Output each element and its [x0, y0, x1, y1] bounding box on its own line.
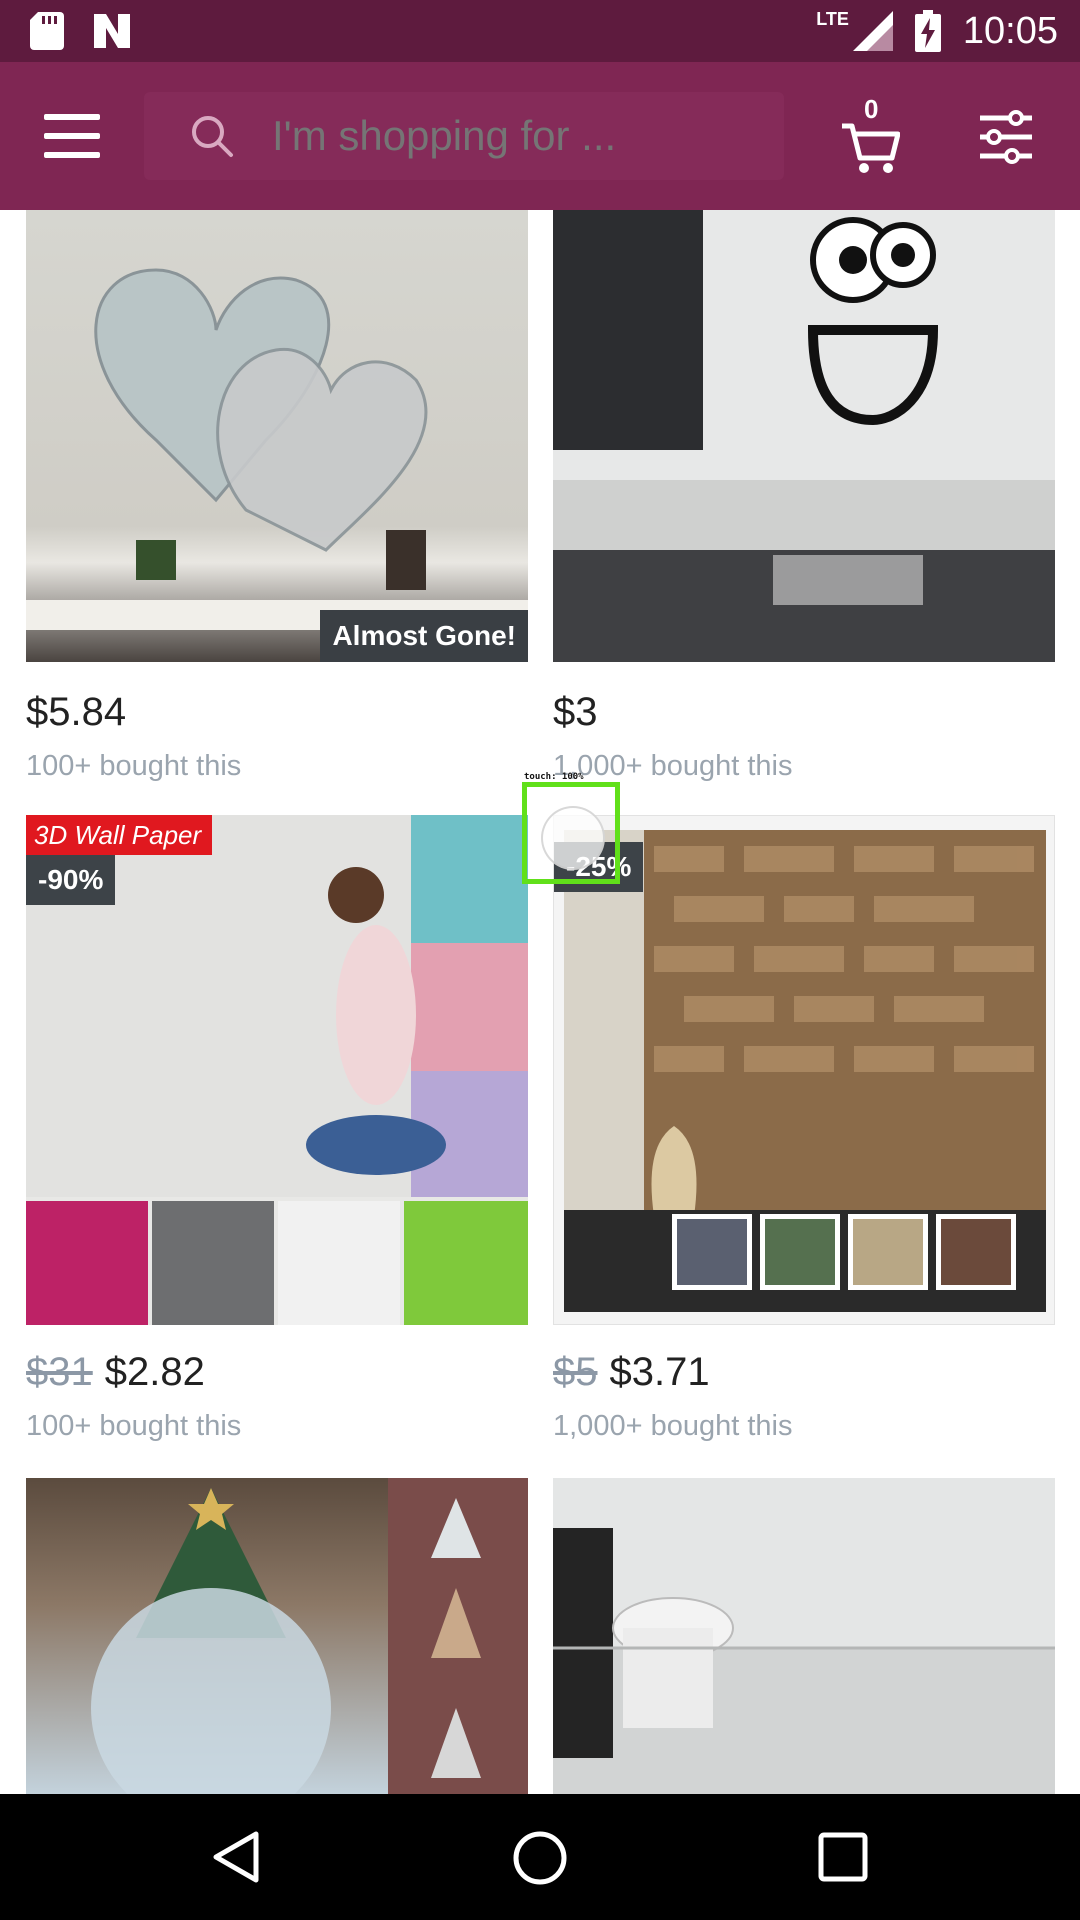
original-price: $5: [553, 1350, 598, 1394]
product-card[interactable]: [26, 1478, 528, 1794]
signal-icon: [852, 11, 893, 51]
original-price: $31: [26, 1350, 93, 1394]
battery-charging-icon: [914, 10, 941, 52]
product-price: $2.82: [104, 1350, 205, 1394]
product-image-heart-mirror: Almost Gone!: [26, 210, 528, 662]
product-bought-count: 100+ bought this: [26, 750, 242, 782]
product-price: $3: [553, 690, 598, 734]
filter-button[interactable]: [978, 110, 1034, 164]
recents-button[interactable]: [818, 1832, 868, 1887]
status-bar: LTE 10:05: [0, 0, 1080, 62]
product-image-floor-tile: [553, 1478, 1055, 1794]
menu-button[interactable]: [44, 114, 100, 158]
search-icon: [192, 116, 233, 157]
filter-icon: [980, 110, 1032, 164]
back-button[interactable]: [212, 1830, 260, 1889]
product-price-row: $5.84: [26, 690, 126, 735]
back-icon: [213, 1831, 259, 1883]
product-image-owl-decal: [553, 210, 1055, 662]
product-price: $5.84: [26, 690, 127, 734]
home-icon: [513, 1831, 567, 1885]
navigation-bar: [0, 1794, 1080, 1920]
wallpaper-tag: 3D Wall Paper: [26, 815, 212, 855]
product-card[interactable]: $3 1,000+ bought this: [553, 210, 1055, 790]
network-type: LTE: [816, 8, 849, 29]
product-bought-count: 1,000+ bought this: [553, 750, 793, 782]
discount-badge: -90%: [26, 855, 116, 905]
n-notification-icon: [94, 14, 130, 48]
sd-card-icon: [30, 12, 64, 50]
product-image-stone-wallpaper: -25%: [553, 815, 1055, 1325]
home-button[interactable]: [512, 1830, 568, 1891]
product-price-row: $5 $3.71: [553, 1350, 710, 1395]
product-image-snow-globe: [26, 1478, 528, 1794]
search-bar[interactable]: [144, 92, 784, 180]
product-price-row: $3: [553, 690, 598, 735]
touch-indicator-label: touch: 100%: [524, 772, 584, 782]
product-price-row: $31 $2.82: [26, 1350, 205, 1395]
product-card[interactable]: [553, 1478, 1055, 1794]
cart-button[interactable]: 0: [840, 94, 900, 173]
almost-gone-label: Almost Gone!: [320, 610, 528, 662]
product-card[interactable]: Almost Gone! $5.84 100+ bought this: [26, 210, 528, 790]
menu-icon: [44, 114, 100, 120]
product-bought-count: 1,000+ bought this: [553, 1410, 793, 1442]
app-bar: 0: [0, 62, 1080, 210]
product-card[interactable]: 3D Wall Paper -90% $31 $2.82 100+ bought …: [26, 815, 528, 1442]
clock: 10:05: [962, 10, 1058, 52]
product-bought-count: 100+ bought this: [26, 1410, 242, 1442]
product-image-3d-wallpaper: 3D Wall Paper -90%: [26, 815, 528, 1325]
cart-icon: [842, 123, 900, 173]
search-input[interactable]: [272, 92, 752, 180]
recents-icon: [818, 1832, 868, 1882]
product-card[interactable]: -25% $5 $3.71 1,000+ bought this: [553, 815, 1055, 1442]
touch-point: [541, 806, 605, 870]
product-price: $3.71: [609, 1350, 710, 1394]
